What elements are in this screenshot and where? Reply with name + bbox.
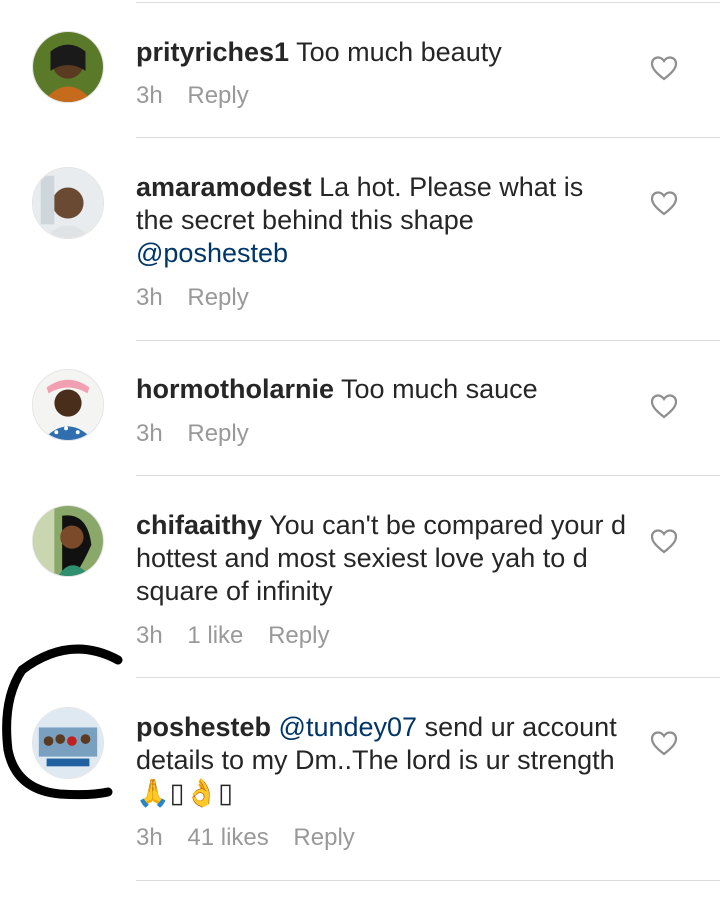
heart-outline-icon[interactable] — [650, 730, 678, 756]
divider — [136, 677, 720, 678]
comment-meta: 3h 1 like Reply — [136, 622, 347, 650]
divider — [136, 340, 720, 341]
comment-time: 3h — [136, 82, 163, 109]
comment-username[interactable]: prityriches1 — [136, 37, 289, 67]
comment-message: Too much beauty — [296, 37, 502, 67]
avatar[interactable] — [32, 369, 104, 441]
likes-count[interactable]: 1 like — [187, 622, 243, 649]
avatar-image — [33, 168, 103, 238]
comment-text: chifaaithy You can't be compared your d … — [136, 509, 626, 608]
comment-username[interactable]: chifaaithy — [136, 510, 262, 540]
reply-button[interactable]: Reply — [293, 824, 354, 851]
comment-time: 3h — [136, 420, 163, 447]
heart-outline-icon[interactable] — [650, 190, 678, 216]
comment-username[interactable]: poshesteb — [136, 712, 271, 742]
avatar-image — [33, 708, 103, 778]
comment-meta: 3h Reply — [136, 284, 267, 312]
comment-text: poshesteb @tundey07 send ur account deta… — [136, 711, 626, 810]
divider — [136, 880, 720, 881]
comment-time: 3h — [136, 284, 163, 311]
reply-button[interactable]: Reply — [187, 82, 248, 109]
avatar-image — [33, 32, 103, 102]
divider — [136, 137, 720, 138]
comment-text: amaramodest La hot. Please what is the s… — [136, 171, 626, 270]
reply-button[interactable]: Reply — [187, 420, 248, 447]
comment-mention[interactable]: @tundey07 — [279, 712, 418, 742]
avatar-image — [33, 506, 103, 576]
comment-time: 3h — [136, 824, 163, 851]
reply-button[interactable]: Reply — [268, 622, 329, 649]
comment-meta: 3h 41 likes Reply — [136, 824, 373, 852]
divider — [136, 475, 720, 476]
likes-count[interactable]: 41 likes — [187, 824, 268, 851]
comment-text: hormotholarnie Too much sauce — [136, 373, 626, 406]
heart-outline-icon[interactable] — [650, 393, 678, 419]
comment-mention[interactable]: @poshesteb — [136, 238, 288, 268]
comment-username[interactable]: hormotholarnie — [136, 374, 334, 404]
avatar[interactable] — [32, 505, 104, 577]
comment-message: Too much sauce — [341, 374, 538, 404]
comment-text: prityriches1 Too much beauty — [136, 36, 626, 69]
avatar-image — [33, 370, 103, 440]
reply-button[interactable]: Reply — [187, 284, 248, 311]
heart-outline-icon[interactable] — [650, 55, 678, 81]
avatar[interactable] — [32, 167, 104, 239]
avatar[interactable] — [32, 31, 104, 103]
comment-time: 3h — [136, 622, 163, 649]
comment-meta: 3h Reply — [136, 82, 267, 110]
heart-outline-icon[interactable] — [650, 528, 678, 554]
avatar[interactable] — [32, 707, 104, 779]
comment-username[interactable]: amaramodest — [136, 172, 312, 202]
comment-meta: 3h Reply — [136, 420, 267, 448]
divider — [136, 2, 720, 3]
